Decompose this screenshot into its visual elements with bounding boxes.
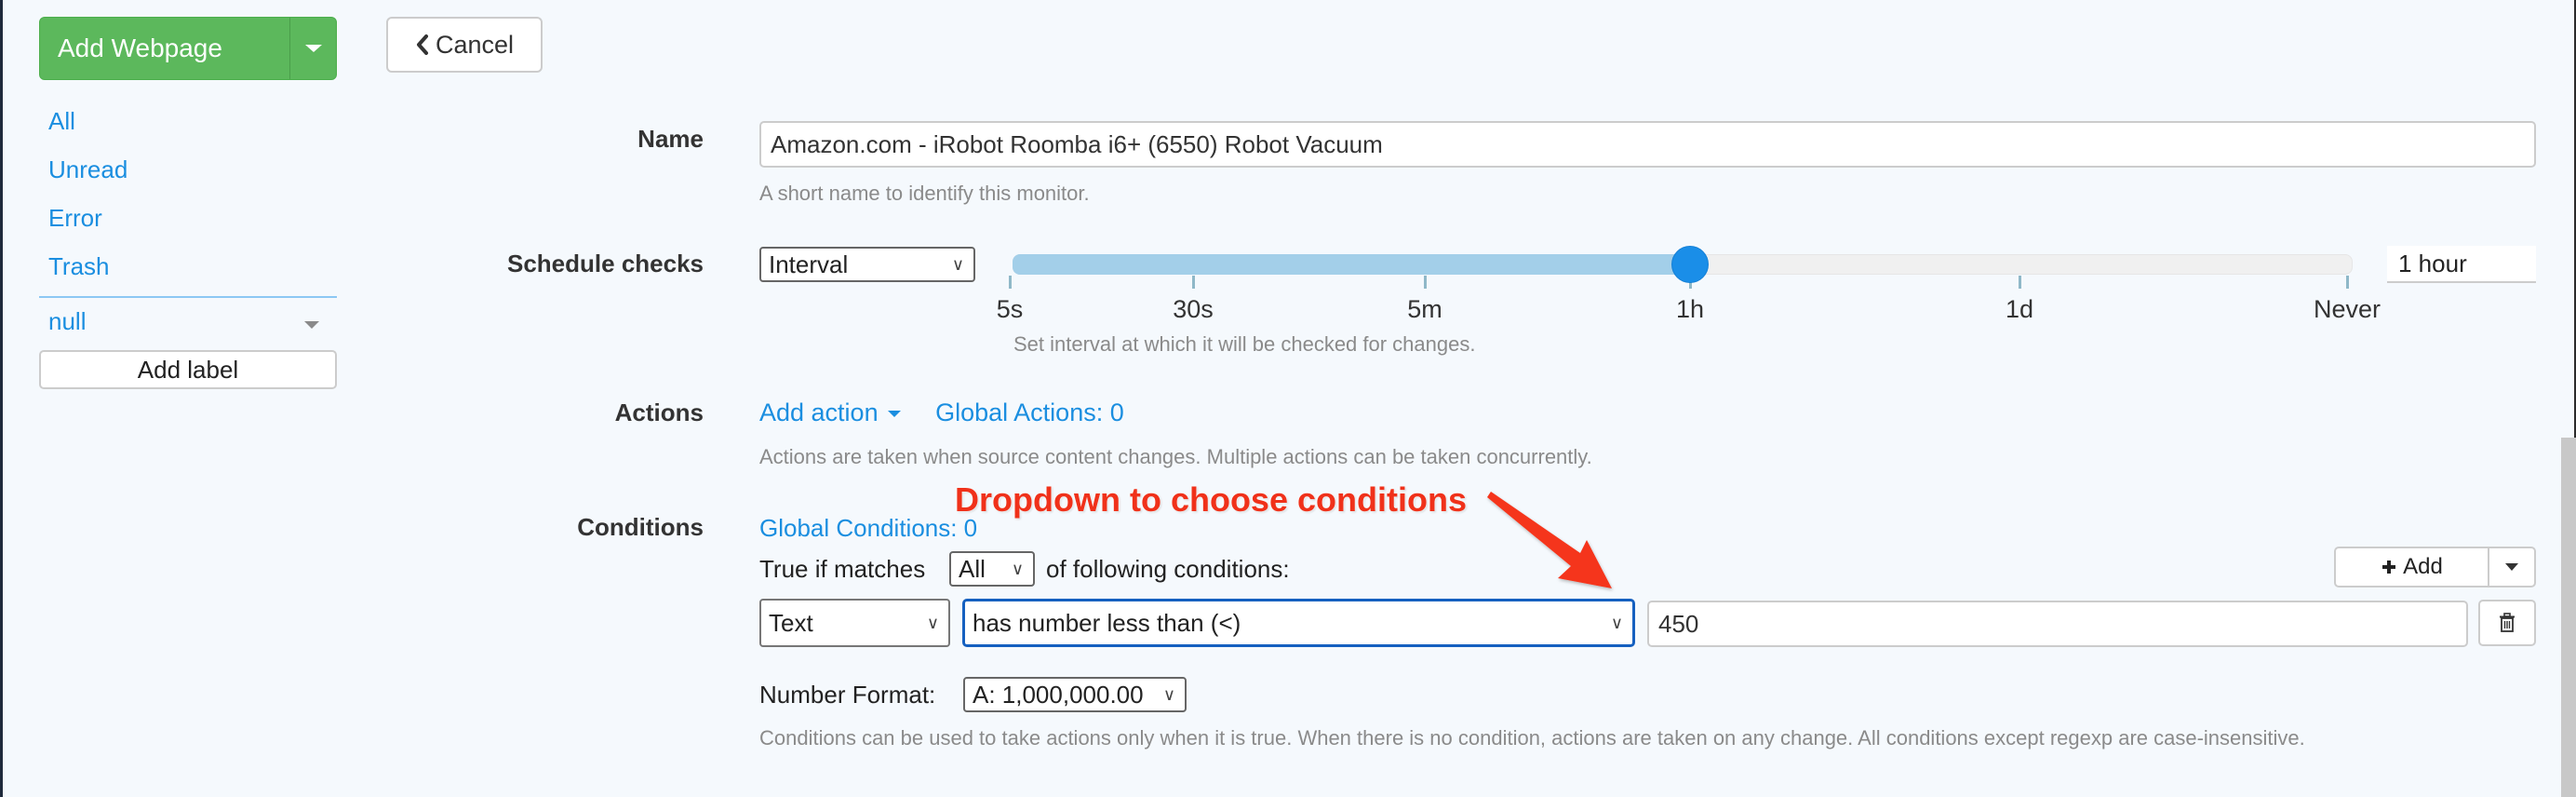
condition-field-value: Text: [769, 608, 813, 637]
slider-tick-label: 1d: [2005, 295, 2034, 323]
cancel-button[interactable]: Cancel: [386, 17, 543, 73]
schedule-hint: Set interval at which it will be checked…: [1013, 332, 1476, 356]
slider-tick-label: Never: [2313, 295, 2381, 323]
caret-down-icon: [304, 321, 319, 329]
add-condition-split-button: Add: [2334, 547, 2536, 588]
match-mode-select[interactable]: All ∨: [949, 551, 1035, 587]
slider-tick-label: 5m: [1407, 295, 1442, 323]
trash-icon: [2500, 613, 2515, 632]
delete-condition-button[interactable]: [2478, 600, 2536, 646]
add-label-button[interactable]: Add label: [39, 350, 337, 389]
schedule-mode-value: Interval: [769, 250, 849, 278]
name-label: Name: [637, 125, 704, 153]
add-action-dropdown[interactable]: Add action: [759, 398, 901, 426]
slider-tick-label: 5s: [996, 295, 1024, 323]
name-input[interactable]: Amazon.com - iRobot Roomba i6+ (6550) Ro…: [759, 121, 2536, 168]
add-condition-button[interactable]: Add: [2336, 548, 2488, 586]
condition-value-input[interactable]: 450: [1647, 601, 2468, 647]
chevron-left-icon: [416, 34, 428, 55]
caret-down-icon: [2505, 563, 2518, 571]
plus-icon: [2382, 561, 2396, 574]
condition-field-select[interactable]: Text ∨: [759, 599, 950, 647]
global-actions-link[interactable]: Global Actions: 0: [935, 398, 1124, 426]
conditions-hint: Conditions can be used to take actions o…: [759, 726, 2305, 750]
sidebar-divider: [39, 296, 337, 298]
match-suffix: of following conditions:: [1046, 555, 1290, 583]
label-selector[interactable]: null: [48, 307, 86, 336]
chevron-down-icon: ∨: [1162, 684, 1175, 704]
caret-down-icon: [887, 411, 901, 418]
global-conditions-link[interactable]: Global Conditions: 0: [759, 514, 977, 543]
sidebar-item-all[interactable]: All: [48, 107, 75, 136]
conditions-label: Conditions: [577, 513, 704, 541]
schedule-mode-select[interactable]: Interval ∨: [759, 247, 975, 282]
slider-tick: [1424, 276, 1427, 289]
number-format-label: Number Format:: [759, 681, 936, 709]
name-hint: A short name to identify this monitor.: [759, 182, 1090, 205]
slider-tick-label: 30s: [1173, 295, 1214, 323]
interval-value-input[interactable]: 1 hour: [2387, 246, 2536, 283]
number-format-value: A: 1,000,000.00: [973, 680, 1144, 709]
slider-tick: [2346, 276, 2349, 289]
slider-tick-label: 1h: [1675, 295, 1705, 323]
label-dropdown-toggle[interactable]: [304, 321, 319, 329]
chevron-down-icon: ∨: [951, 254, 964, 274]
match-mode-value: All: [959, 554, 986, 583]
caret-down-icon: [304, 45, 322, 52]
number-format-select[interactable]: A: 1,000,000.00 ∨: [963, 677, 1187, 712]
actions-hint: Actions are taken when source content ch…: [759, 445, 1592, 468]
interval-slider-fill: [1013, 254, 1690, 275]
add-webpage-button[interactable]: Add Webpage: [40, 18, 289, 79]
window-edge: [0, 0, 3, 797]
sidebar-item-trash[interactable]: Trash: [48, 252, 110, 281]
sidebar-item-error[interactable]: Error: [48, 204, 102, 233]
condition-operator-select[interactable]: has number less than (<) ∨: [962, 599, 1635, 647]
condition-operator-value: has number less than (<): [973, 608, 1241, 637]
scrollbar[interactable]: [2561, 438, 2576, 797]
add-action-label: Add action: [759, 398, 879, 426]
slider-tick: [1009, 276, 1012, 289]
schedule-label: Schedule checks: [507, 250, 704, 277]
sidebar-item-unread[interactable]: Unread: [48, 155, 127, 184]
actions-controls: Add action Global Actions: 0: [759, 398, 1124, 427]
slider-tick: [2019, 276, 2021, 289]
interval-slider-thumb[interactable]: [1671, 246, 1709, 283]
actions-label: Actions: [614, 398, 704, 426]
annotation-label: Dropdown to choose conditions: [955, 480, 1467, 519]
add-condition-label: Add: [2403, 554, 2443, 579]
chevron-down-icon: ∨: [1610, 613, 1623, 632]
add-webpage-split-button: Add Webpage: [39, 17, 337, 80]
slider-tick: [1192, 276, 1195, 289]
chevron-down-icon: ∨: [926, 613, 939, 632]
annotation-arrow-icon: [1487, 492, 1612, 588]
cancel-label: Cancel: [435, 30, 515, 59]
add-webpage-dropdown-toggle[interactable]: [289, 18, 336, 79]
match-prefix: True if matches: [759, 555, 926, 583]
chevron-down-icon: ∨: [1011, 559, 1024, 578]
add-condition-dropdown-toggle[interactable]: [2488, 548, 2534, 586]
